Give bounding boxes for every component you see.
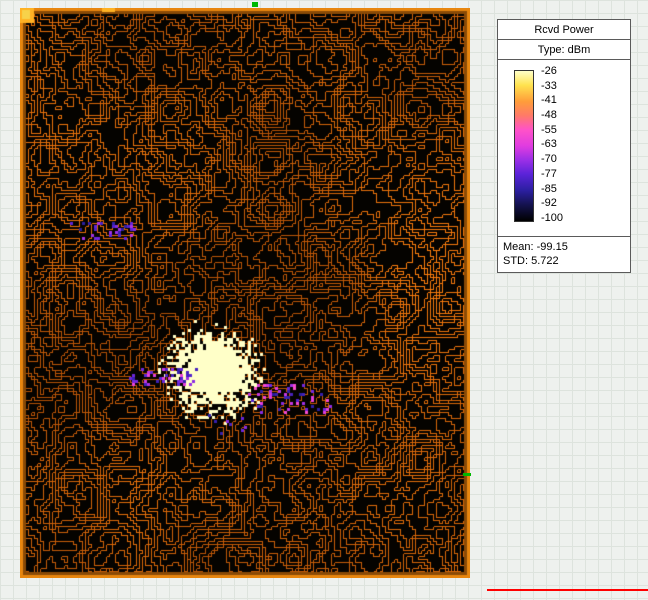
colorbar-tick-labels: -26 -33 -41 -48 -55 -63 -70 -77 -85 -92 -100 [541, 66, 563, 224]
legend-type-label: Type: dBm [498, 40, 630, 60]
legend-tick: -26 [541, 66, 563, 77]
std-value: STD: 5.722 [503, 254, 625, 268]
cad-workspace: Rcvd Power Type: dBm -26-33-41-48-55-63-… [0, 0, 648, 600]
legend-tick: -55 [541, 125, 563, 136]
legend-tick: -70 [541, 154, 563, 165]
legend-tick: -63 [541, 139, 563, 150]
legend-tick: -100 [541, 213, 563, 224]
legend-tick: -77 [541, 169, 563, 180]
legend-tick: -48 [541, 110, 563, 121]
mean-value: Mean: -99.15 [503, 240, 625, 254]
legend-tick: -33 [541, 81, 563, 92]
legend-title: Rcvd Power [498, 20, 630, 40]
legend-tick: -41 [541, 95, 563, 106]
legend-tick: -92 [541, 198, 563, 209]
legend-color-scale: -26 -33 -41 -48 -55 -63 -70 -77 -85 -92 -100 [498, 60, 630, 236]
legend-tick: -85 [541, 184, 563, 195]
legend-stats: Mean: -99.15 STD: 5.722 [498, 236, 630, 272]
coverage-map-view[interactable] [20, 8, 470, 578]
x-axis-line [487, 589, 648, 591]
legend-panel: Rcvd Power Type: dBm -26-33-41-48-55-63-… [497, 19, 631, 273]
colorbar [514, 70, 534, 222]
vertex-marker-right [463, 473, 471, 476]
vertex-marker-top [252, 2, 258, 7]
